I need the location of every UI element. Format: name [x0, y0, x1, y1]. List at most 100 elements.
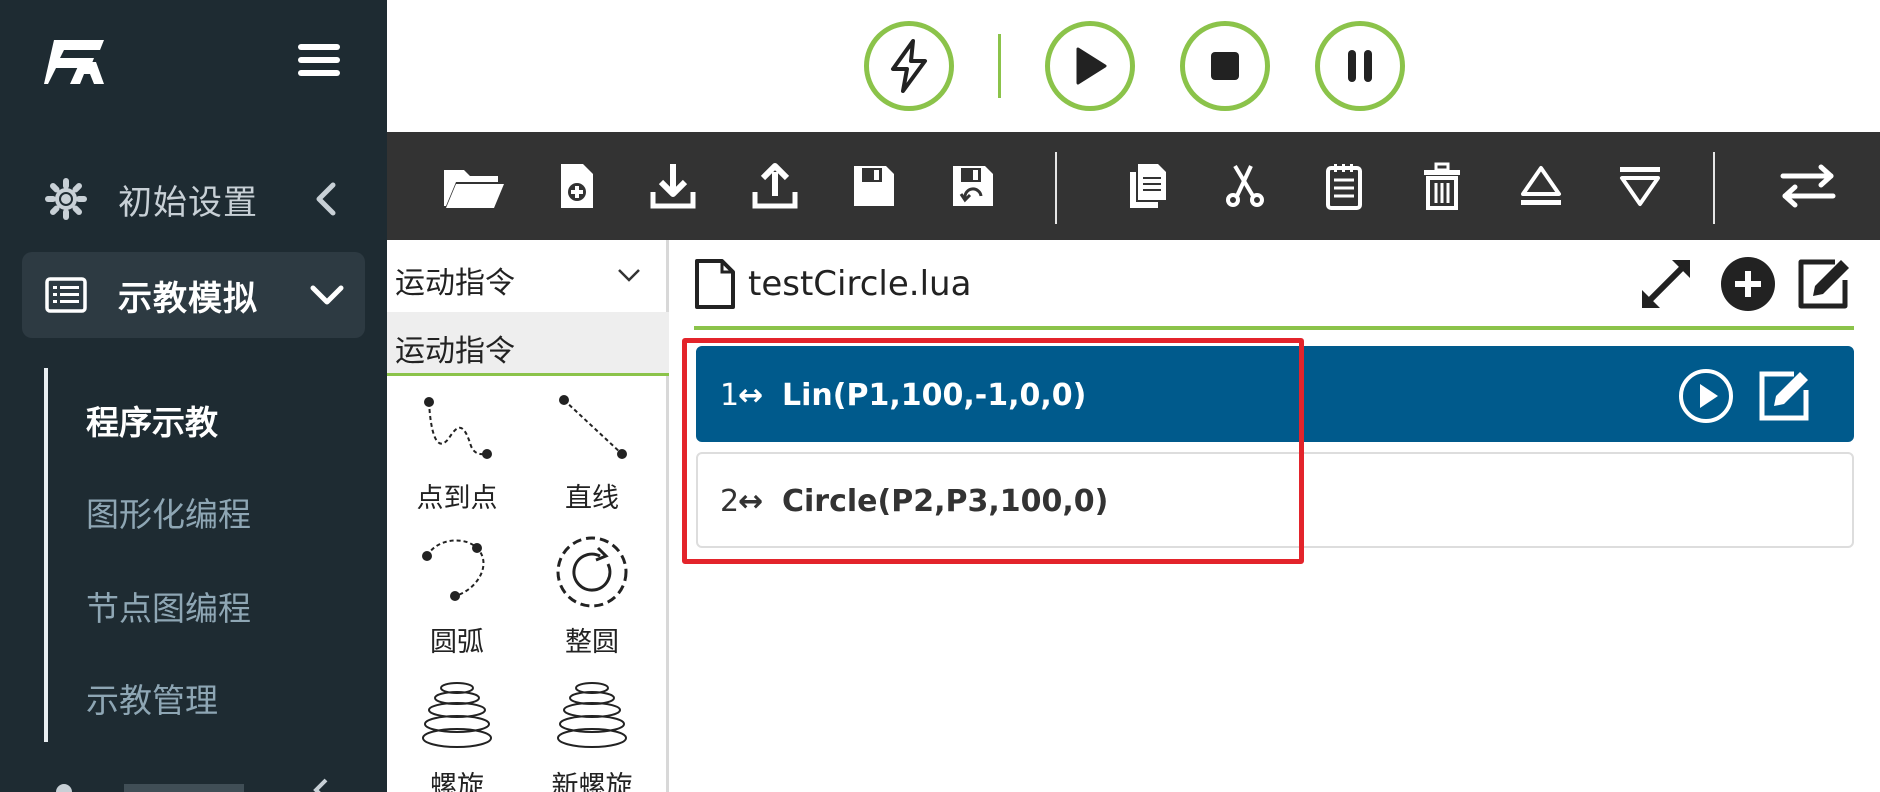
copy-icon [1130, 164, 1166, 208]
category-header: 运动指令 [387, 312, 669, 376]
enable-button[interactable] [864, 21, 954, 111]
command-palette: 运动指令 运动指令 点到点 直线 圆弧 整圆 螺旋 新螺旋 [387, 240, 669, 792]
save-button[interactable] [846, 158, 902, 214]
move-up-button[interactable] [1513, 158, 1569, 214]
chevron-left-icon [316, 182, 336, 216]
paste-icon [1326, 164, 1362, 210]
category-dropdown-value: 运动指令 [395, 266, 515, 301]
cut-icon [1226, 164, 1264, 207]
save-as-button[interactable] [945, 158, 1001, 214]
run-button[interactable] [1045, 21, 1135, 111]
program-row[interactable]: 2 ↔ Circle(P2,P3,100,0) [696, 452, 1854, 548]
palette-item-label: 圆弧 [430, 627, 484, 658]
import-icon [650, 164, 696, 209]
lightning-icon [891, 39, 927, 93]
chevron-down-icon [310, 285, 344, 305]
edit-icon [1798, 259, 1849, 309]
move-down-button[interactable] [1612, 158, 1668, 214]
teach-submenu: 程序示教 图形化编程 节点图编程 示教管理 [44, 368, 364, 742]
play-circle-icon [1679, 369, 1733, 423]
palette-item-line[interactable]: 直线 [527, 390, 657, 530]
menu-toggle-icon[interactable] [298, 44, 340, 82]
stop-icon [1211, 52, 1239, 80]
submenu-item-graphical-programming[interactable]: 图形化编程 [86, 488, 251, 536]
spiral-icon [422, 682, 492, 748]
delete-button[interactable] [1414, 158, 1470, 214]
cut-button[interactable] [1217, 158, 1273, 214]
category-dropdown[interactable]: 运动指令 [387, 240, 669, 312]
move-up-icon [1521, 166, 1561, 205]
chevron-down-icon [618, 269, 640, 282]
file-name: testCircle.lua [748, 264, 972, 304]
toolbar-separator [1713, 152, 1715, 224]
swap-icon [1780, 164, 1836, 208]
open-folder-icon [444, 170, 504, 208]
command-text: Circle(P2,P3,100,0) [782, 484, 1109, 519]
file-icon [695, 259, 735, 309]
palette-item-ptp[interactable]: 点到点 [392, 390, 522, 530]
add-circle-icon [1721, 257, 1775, 311]
sidebar-item-label: 示教模拟 [118, 278, 258, 319]
stop-button[interactable] [1180, 21, 1270, 111]
run-controls-bar [387, 0, 1880, 132]
palette-item-label: 点到点 [416, 483, 498, 514]
category-header-label: 运动指令 [395, 334, 515, 369]
app-logo [44, 40, 104, 84]
program-row[interactable]: 1 ↔ Lin(P1,100,-1,0,0) [696, 346, 1854, 442]
list-icon [45, 277, 87, 313]
save-icon [854, 166, 894, 206]
palette-item-spiral[interactable]: 螺旋 [392, 678, 522, 792]
command-text: Lin(P1,100,-1,0,0) [782, 378, 1087, 413]
palette-item-label: 新螺旋 [551, 771, 633, 792]
import-button[interactable] [645, 158, 701, 214]
line-icon [559, 395, 627, 459]
sidebar: 初始设置 示教模拟 程序示教 图形化编程 节点图编程 示教管理 [0, 0, 387, 792]
expand-button[interactable] [1636, 254, 1696, 314]
submenu-item-program-teach[interactable]: 程序示教 [86, 396, 218, 444]
palette-item-arc[interactable]: 圆弧 [392, 534, 522, 674]
run-separator [998, 34, 1001, 98]
copy-button[interactable] [1120, 158, 1176, 214]
paste-button[interactable] [1316, 158, 1372, 214]
motion-arrow: ↔ [738, 378, 764, 413]
gear-icon [45, 178, 87, 220]
sidebar-item-teach[interactable]: 示教模拟 [22, 252, 365, 338]
motion-arrow: ↔ [738, 484, 764, 519]
delete-icon [1424, 162, 1460, 210]
export-icon [752, 163, 798, 209]
next-menu-peek-icon [56, 778, 328, 792]
file-header: testCircle.lua [694, 240, 1854, 330]
app-root: 初始设置 示教模拟 程序示教 图形化编程 节点图编程 示教管理 运动指令 运动指… [0, 0, 1880, 792]
run-line-button[interactable] [1676, 366, 1736, 426]
submenu-item-teach-management[interactable]: 示教管理 [86, 674, 218, 722]
new-spiral-icon [557, 682, 627, 748]
palette-item-label: 整圆 [565, 627, 619, 658]
line-number: 2 [720, 484, 740, 519]
pause-button[interactable] [1315, 21, 1405, 111]
palette-item-label: 螺旋 [430, 771, 484, 792]
open-button[interactable] [439, 158, 509, 214]
edit-file-button[interactable] [1794, 254, 1854, 314]
add-button[interactable] [1718, 254, 1778, 314]
circle-icon [556, 536, 628, 608]
swap-button[interactable] [1773, 158, 1843, 214]
pause-icon [1348, 50, 1372, 82]
export-button[interactable] [747, 158, 803, 214]
edit-icon [1759, 371, 1809, 421]
sidebar-item-label: 初始设置 [118, 182, 258, 223]
save-as-icon [953, 166, 993, 206]
expand-icon [1642, 260, 1690, 308]
toolbar-separator [1055, 152, 1057, 224]
new-file-button[interactable] [549, 158, 605, 214]
new-file-icon [561, 164, 593, 208]
program-editor: testCircle.lua 1 ↔ Lin(P1,100,-1,0,0) 2 … [672, 240, 1880, 792]
edit-line-button[interactable] [1754, 366, 1814, 426]
submenu-item-node-graph-programming[interactable]: 节点图编程 [86, 582, 251, 630]
ptp-icon [424, 397, 492, 459]
arc-icon [422, 539, 485, 601]
palette-item-new-spiral[interactable]: 新螺旋 [527, 678, 657, 792]
palette-item-circle[interactable]: 整圆 [527, 534, 657, 674]
palette-item-label: 直线 [565, 483, 619, 514]
sidebar-item-settings[interactable]: 初始设置 [22, 156, 365, 242]
line-number: 1 [720, 378, 740, 413]
